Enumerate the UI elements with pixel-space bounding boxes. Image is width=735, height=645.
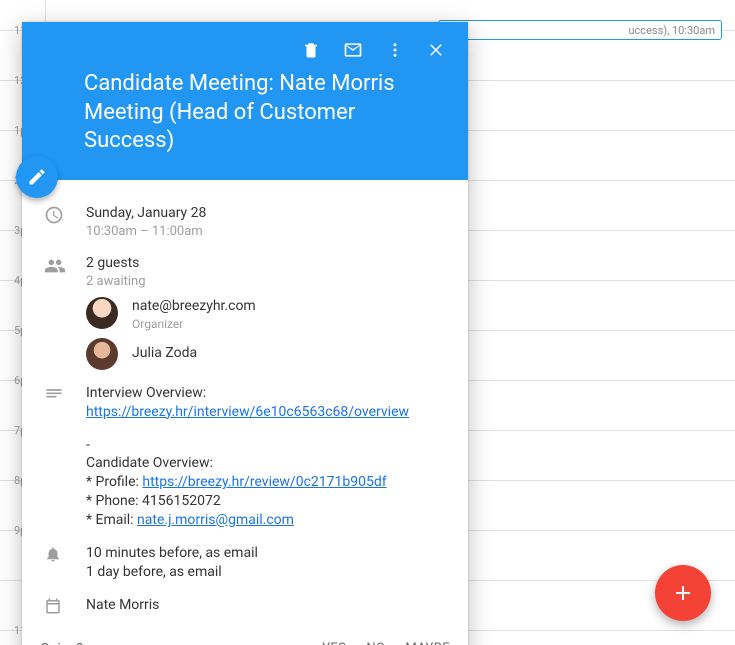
guest-name: Julia Zoda (132, 344, 197, 363)
close-button[interactable] (416, 26, 458, 74)
more-options-button[interactable] (374, 26, 416, 74)
calendar-icon (44, 597, 62, 615)
rsvp-no-button[interactable]: NO (366, 641, 385, 645)
profile-link[interactable]: https://breezy.hr/review/0c2171b905df (142, 474, 386, 490)
phone-line: * Phone: 4156152072 (86, 492, 446, 511)
pencil-icon (27, 167, 47, 187)
reminder-line: 1 day before, as email (86, 563, 446, 582)
guest-row: Julia Zoda (86, 338, 446, 370)
event-title: Candidate Meeting: Nate Morris Meeting (… (84, 70, 446, 156)
notes-icon (44, 385, 64, 405)
guest-awaiting: 2 awaiting (86, 273, 446, 291)
email-link[interactable]: nate.j.morris@gmail.com (137, 512, 294, 528)
profile-prefix: * Profile: (86, 474, 142, 490)
event-time: 10:30am – 11:00am (86, 223, 446, 241)
plus-icon (671, 581, 695, 605)
guest-name: nate@breezyhr.com (132, 297, 256, 316)
interview-overview-link[interactable]: https://breezy.hr/interview/6e10c6563c68… (86, 404, 409, 420)
card-header: Candidate Meeting: Nate Morris Meeting (… (22, 22, 468, 180)
interview-overview-label: Interview Overview: (86, 384, 446, 403)
event-detail-card: Candidate Meeting: Nate Morris Meeting (… (22, 22, 468, 645)
clock-icon (44, 205, 64, 225)
avatar (86, 338, 118, 370)
reminder-line: 10 minutes before, as email (86, 544, 446, 563)
event-date: Sunday, January 28 (86, 204, 446, 223)
people-icon (44, 255, 66, 277)
candidate-overview-label: Candidate Overview: (86, 454, 446, 473)
create-event-button[interactable] (655, 565, 711, 621)
calendar-event-chip[interactable]: m uccess), 10:30am (438, 20, 722, 40)
guest-role: Organizer (132, 316, 256, 332)
guest-count: 2 guests (86, 254, 446, 273)
delete-button[interactable] (290, 26, 332, 74)
email-button[interactable] (332, 26, 374, 74)
avatar (86, 297, 118, 329)
rsvp-maybe-button[interactable]: MAYBE (405, 641, 450, 645)
bell-icon (44, 545, 62, 563)
close-icon (428, 41, 446, 59)
edit-button[interactable] (16, 156, 58, 198)
event-description: Interview Overview: https://breezy.hr/in… (86, 384, 446, 530)
kebab-icon (386, 41, 404, 59)
rsvp-yes-button[interactable]: YES (322, 641, 346, 645)
event-chip-time: uccess), 10:30am (628, 24, 715, 37)
email-prefix: * Email: (86, 512, 137, 528)
envelope-icon (343, 40, 363, 60)
trash-icon (302, 41, 320, 59)
calendar-owner: Nate Morris (86, 596, 446, 615)
card-footer: Going? YES NO MAYBE (22, 627, 468, 645)
card-body: Sunday, January 28 10:30am – 11:00am 2 g… (22, 180, 468, 627)
guest-row: nate@breezyhr.com Organizer (86, 297, 446, 332)
description-separator: - (86, 436, 446, 455)
going-label: Going? (40, 641, 83, 645)
